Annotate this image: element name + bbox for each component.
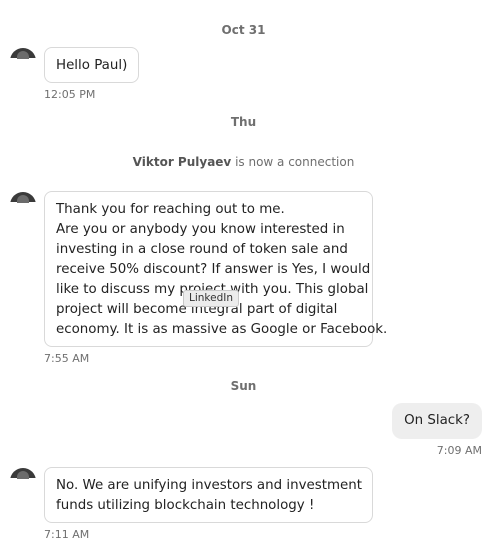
message-1-line-1: Hello Paul) <box>56 58 128 73</box>
message-4-timestamp: 7:11 AM <box>44 528 90 541</box>
sender-avatar[interactable] <box>10 48 36 74</box>
avatar-face-shape <box>17 51 29 59</box>
connection-notice: Viktor Pulyaev is now a connection <box>0 155 487 169</box>
message-bubble-1[interactable]: Hello Paul) <box>44 47 140 83</box>
message-3-timestamp: 7:09 AM <box>436 444 482 457</box>
message-4-line-2: funds utilizing blockchain technology ! <box>56 498 315 513</box>
message-2-line-1: Thank you for reaching out to me. <box>56 202 285 217</box>
message-bubble-3[interactable]: On Slack? <box>392 403 482 439</box>
message-2-line-4: receive 50% discount? If answer is Yes, … <box>56 262 371 277</box>
linkedin-tooltip: LinkedIn <box>183 290 240 307</box>
message-bubble-4[interactable]: No. We are unifying investors and invest… <box>44 467 373 523</box>
avatar-face-shape <box>17 471 29 479</box>
message-1-timestamp: 12:05 PM <box>44 88 96 101</box>
sender-avatar[interactable] <box>10 468 36 494</box>
date-separator-thu: Thu <box>230 115 257 129</box>
connection-name[interactable]: Viktor Pulyaev <box>133 155 232 169</box>
date-separator-sun: Sun <box>230 379 257 393</box>
message-2-line-7: economy. It is as massive as Google or F… <box>56 322 388 337</box>
message-2-line-3: investing in a close round of token sale… <box>56 242 348 257</box>
message-3-text: On Slack? <box>404 413 470 428</box>
message-2-line-2: Are you or anybody you know interested i… <box>56 222 345 237</box>
date-separator-oct-31: Oct 31 <box>221 23 266 37</box>
message-bubble-2[interactable]: Thank you for reaching out to me. Are yo… <box>44 191 388 347</box>
message-2-timestamp: 7:55 AM <box>44 352 90 365</box>
sender-avatar[interactable] <box>10 192 36 218</box>
avatar-face-shape <box>17 195 29 203</box>
message-4-line-1: No. We are unifying investors and invest… <box>56 478 363 493</box>
connection-text: is now a connection <box>231 155 355 169</box>
